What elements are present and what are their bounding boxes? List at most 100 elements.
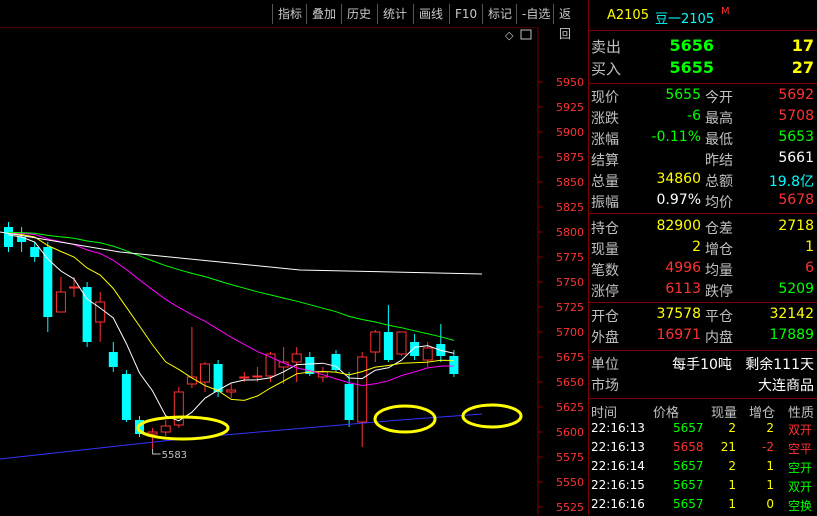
toolbar-item-2[interactable]: 历史	[341, 4, 376, 24]
stat-value: 82900	[656, 218, 701, 234]
highlight-circle	[461, 403, 523, 429]
kline-chart[interactable]: ◇ 5950 5925 5900 5875 5850 5825 5800 5775 5750 572…	[0, 27, 587, 515]
candle-body	[344, 384, 354, 420]
tick-header-type: 性质	[788, 406, 815, 421]
price-label: 5675	[556, 351, 584, 364]
stat-label: 现量	[591, 242, 619, 258]
candle-body	[213, 364, 223, 392]
divider	[589, 83, 817, 84]
price-label: 5550	[556, 476, 584, 489]
stat-row: 持仓 82900 仓差 2718	[589, 218, 817, 239]
unit-value: 每手10吨 剩余111天	[672, 357, 814, 373]
tick-time: 22:16:16	[591, 497, 645, 511]
stat-row: 结算 昨结 5661	[589, 150, 817, 171]
candle-body	[396, 331, 407, 355]
tick-row[interactable]: 22:16:16 5657 1 0 空换	[589, 497, 817, 516]
highlight-circle	[373, 404, 437, 434]
tick-volume: 1	[728, 497, 736, 511]
candle-body	[55, 291, 66, 313]
toolbar-item-6[interactable]: 标记	[482, 4, 517, 24]
price-label: 5925	[556, 101, 584, 114]
toolbar-item-0[interactable]: 指标	[272, 4, 307, 24]
buy-price: 5655	[669, 58, 714, 77]
toolbar-item-8[interactable]: 返回	[553, 4, 587, 41]
stat-row: 笔数 4996 均量 6	[589, 260, 817, 281]
stat-value: 16971	[656, 327, 701, 343]
stat-row: 振幅 0.97% 均价 5678	[589, 192, 817, 213]
stat-value: 2	[692, 239, 701, 255]
price-label: 5750	[556, 276, 584, 289]
sell-row[interactable]: 卖出 5656 17	[589, 36, 817, 58]
divider	[589, 302, 817, 303]
stat-value: 5655	[665, 87, 701, 103]
buy-row[interactable]: 买入 5655 27	[589, 58, 817, 80]
contract-code: A2105	[607, 8, 649, 23]
stat-label: 增仓	[705, 242, 733, 258]
tick-price: 5657	[673, 459, 704, 473]
stat-row: 外盘 16971 内盘 17889	[589, 327, 817, 348]
tick-header-price: 价格	[653, 406, 680, 421]
divider	[589, 213, 817, 214]
low-marker-label: 5583	[162, 450, 187, 461]
tick-header-time: 时间	[591, 406, 618, 421]
tick-time: 22:16:14	[591, 459, 645, 473]
quote-header: A2105 豆一2105 M	[589, 6, 817, 28]
toolbar-item-1[interactable]: 叠加	[306, 4, 341, 24]
price-label: 5525	[556, 501, 584, 514]
tick-time: 22:16:15	[591, 478, 645, 492]
ma40-line	[8, 231, 455, 341]
price-label: 5625	[556, 401, 584, 414]
price-label: 5650	[556, 376, 584, 389]
tick-row[interactable]: 22:16:15 5657 1 1 双开	[589, 478, 817, 497]
tick-type: 双开	[788, 480, 813, 494]
candle-body	[82, 287, 92, 342]
candle-body	[291, 353, 302, 363]
stat-row: 涨停 6113 跌停 5209	[589, 281, 817, 302]
candle-body	[252, 375, 263, 378]
candle-body	[108, 352, 118, 367]
tick-header-oi: 增仓	[749, 406, 776, 421]
stat-label: 涨幅	[591, 132, 619, 148]
stat-value: 5209	[778, 281, 814, 297]
candle-body	[160, 425, 171, 433]
stat-label: 结算	[591, 153, 619, 169]
stat-value: 6113	[665, 281, 701, 297]
low-marker-line	[152, 449, 161, 455]
tick-row[interactable]: 22:16:14 5657 2 1 空开	[589, 459, 817, 478]
candle-body	[121, 374, 131, 420]
toolbar-item-7[interactable]: -自选	[516, 4, 555, 24]
tick-row[interactable]: 22:16:13 5657 2 2 双开	[589, 421, 817, 440]
toolbar-item-5[interactable]: F10	[449, 4, 482, 24]
ma10-line	[8, 233, 454, 401]
candle-body	[383, 332, 393, 360]
kline-svg[interactable]: ◇ 5950 5925 5900 5875 5850 5825 5800 5775 5750 572…	[0, 27, 587, 515]
stat-label: 外盘	[591, 330, 619, 346]
toolbar-item-4[interactable]: 画线	[413, 4, 448, 24]
stat-value: 2718	[778, 218, 814, 234]
price-label: 5875	[556, 151, 584, 164]
stat-value: 5708	[778, 108, 814, 124]
price-label: 5600	[556, 426, 584, 439]
quote-panel: A2105 豆一2105 M 卖出 5656 17 买入 5655 27 现价 5…	[588, 0, 817, 515]
price-label: 5700	[556, 326, 584, 339]
stat-row: 开仓 37578 平仓 32142	[589, 306, 817, 327]
stat-value: -0.11%	[651, 129, 701, 145]
stat-label: 平仓	[705, 309, 733, 325]
candle-body	[226, 389, 237, 393]
stat-value: 5661	[778, 150, 814, 166]
tick-row[interactable]: 22:16:13 5658 21 -2 空平	[589, 440, 817, 459]
candle-body	[357, 356, 368, 423]
candle-body	[239, 376, 250, 379]
stat-value: 5692	[778, 87, 814, 103]
candle-body	[422, 347, 433, 361]
tick-type: 空平	[788, 442, 813, 456]
divider	[589, 30, 817, 31]
candle-body	[69, 286, 79, 289]
stat-label: 开仓	[591, 309, 619, 325]
stat-label: 最高	[705, 111, 733, 127]
stat-label: 均价	[705, 195, 733, 211]
price-label: 5850	[556, 176, 584, 189]
toolbar-item-3[interactable]: 统计	[377, 4, 412, 24]
tick-oi: -2	[762, 440, 774, 454]
stat-label: 内盘	[705, 330, 733, 346]
